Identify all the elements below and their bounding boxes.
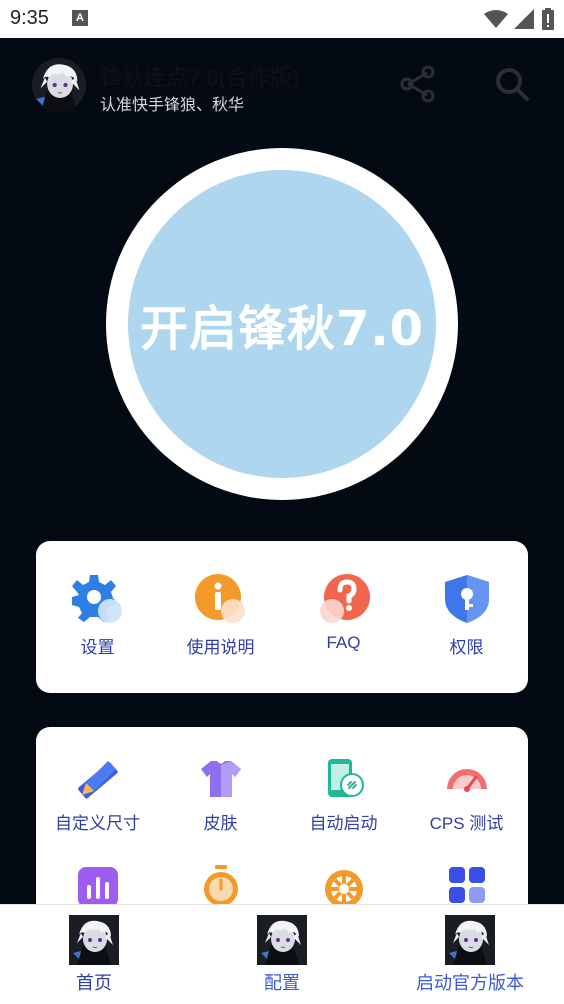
custom-size-button[interactable]: 自定义尺寸	[36, 757, 159, 834]
phone-link-icon	[327, 759, 364, 797]
faq-button[interactable]: FAQ	[282, 573, 405, 653]
apps-grid-icon	[448, 867, 485, 903]
apps-button[interactable]	[405, 865, 528, 904]
settings-label: 设置	[80, 638, 115, 657]
nav-config[interactable]: 配置	[188, 915, 376, 995]
settings-button[interactable]: 设置	[36, 573, 159, 658]
timer-button[interactable]	[159, 865, 282, 904]
question-icon	[319, 574, 370, 623]
custom-size-label: 自定义尺寸	[55, 814, 140, 833]
info-icon	[194, 574, 245, 623]
auto-start-button[interactable]: 自动启动	[282, 757, 405, 834]
signal-icon	[514, 9, 534, 29]
status-icons	[484, 8, 554, 30]
tools-card: 自定义尺寸 皮肤 自动启动 CPS 测试	[36, 727, 528, 904]
nav-official-label: 启动官方版本	[416, 973, 524, 993]
search-icon[interactable]	[492, 64, 532, 104]
nav-official-avatar	[445, 915, 495, 965]
instructions-button[interactable]: 使用说明	[159, 573, 282, 658]
stopwatch-icon	[203, 865, 238, 904]
nav-home[interactable]: 首页	[0, 915, 188, 995]
quick-actions-card: 设置 使用说明 FAQ 权限	[36, 541, 528, 693]
permissions-button[interactable]: 权限	[405, 573, 528, 658]
battery-icon	[542, 8, 554, 30]
nav-home-avatar	[69, 915, 119, 965]
cps-test-label: CPS 测试	[429, 814, 504, 833]
app-title: 锋秋连点7.0(合作版)	[100, 65, 300, 90]
a-icon: A	[72, 10, 88, 26]
bar-chart-icon	[77, 867, 118, 904]
nav-home-label: 首页	[76, 973, 112, 993]
permissions-label: 权限	[449, 638, 484, 657]
shirt-icon	[200, 761, 241, 797]
shield-key-icon	[444, 575, 489, 623]
bottom-navigation: 首页 配置 启动官方版本	[0, 904, 564, 1004]
status-time: 9:35	[10, 7, 49, 29]
skin-label: 皮肤	[203, 814, 238, 833]
speedometer-icon	[446, 769, 487, 792]
wheel-button[interactable]	[282, 865, 405, 904]
main-content: 锋秋连点7.0(合作版) 认准快手锋狼、秋华 开启锋秋7.0 设置 使用说明 F…	[0, 38, 564, 904]
app-header: 锋秋连点7.0(合作版) 认准快手锋狼、秋华	[0, 38, 564, 138]
gear-icon	[71, 575, 122, 623]
app-subtitle: 认准快手锋狼、秋华	[100, 97, 245, 114]
nav-config-label: 配置	[264, 973, 300, 993]
start-button[interactable]: 开启锋秋7.0	[106, 148, 458, 500]
skin-button[interactable]: 皮肤	[159, 757, 282, 834]
start-button-circle[interactable]: 开启锋秋7.0	[128, 170, 436, 478]
stats-button[interactable]	[36, 865, 159, 904]
status-bar: 9:35 A	[0, 0, 564, 38]
ruler-pencil-icon	[77, 761, 118, 799]
wheel-icon	[324, 870, 363, 904]
faq-label: FAQ	[326, 633, 361, 652]
instructions-label: 使用说明	[186, 638, 255, 657]
wifi-icon	[484, 10, 508, 28]
nav-official-version[interactable]: 启动官方版本	[376, 915, 564, 995]
share-icon[interactable]	[398, 64, 438, 104]
start-button-label: 开启锋秋7.0	[139, 301, 425, 357]
cps-test-button[interactable]: CPS 测试	[405, 757, 528, 834]
nav-config-avatar	[257, 915, 307, 965]
avatar[interactable]	[32, 58, 86, 112]
auto-start-label: 自动启动	[309, 814, 378, 833]
